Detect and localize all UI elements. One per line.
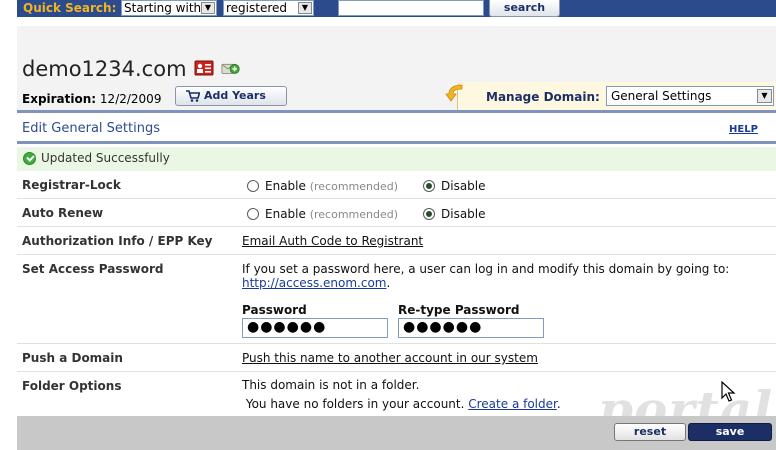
access-url-link[interactable]: http://access.enom.com bbox=[242, 276, 386, 290]
section-header: Edit General Settings HELP bbox=[17, 110, 776, 144]
password-label: Password bbox=[242, 303, 307, 317]
email-auth-code-link[interactable]: Email Auth Code to Registrant bbox=[242, 234, 423, 248]
auto-renew-row: Auto Renew Enable (recommended) Disable bbox=[17, 199, 776, 227]
manage-domain-box: Manage Domain: General Settings ▼ bbox=[457, 82, 776, 110]
access-password-row: Set Access Password If you set a passwor… bbox=[17, 255, 776, 344]
quick-search-bar: Quick Search: Starting with ▼ registered… bbox=[17, 0, 776, 17]
create-folder-link[interactable]: Create a folder bbox=[468, 397, 557, 411]
push-domain-label: Push a Domain bbox=[22, 351, 123, 365]
section-title: Edit General Settings bbox=[22, 121, 160, 136]
push-domain-link[interactable]: Push this name to another account in our… bbox=[242, 351, 538, 365]
auth-info-label: Authorization Info / EPP Key bbox=[22, 234, 213, 248]
success-message: Updated Successfully bbox=[41, 151, 170, 165]
manage-domain-label: Manage Domain: bbox=[486, 90, 600, 104]
auth-info-row: Authorization Info / EPP Key Email Auth … bbox=[17, 227, 776, 255]
auto-renew-enable-option[interactable]: Enable (recommended) bbox=[247, 207, 398, 221]
retype-password-label: Re-type Password bbox=[398, 303, 520, 317]
access-url-suffix: . bbox=[386, 276, 391, 290]
access-password-label: Set Access Password bbox=[22, 262, 164, 276]
add-years-button[interactable]: Add Years bbox=[175, 86, 287, 106]
recommended-note: (recommended) bbox=[309, 208, 399, 221]
registrar-lock-enable-option[interactable]: Enable (recommended) bbox=[247, 179, 398, 193]
expiration: Expiration: 12/2/2009 bbox=[22, 92, 161, 106]
retype-password-field[interactable]: ●●●●●● bbox=[398, 318, 544, 338]
search-button[interactable]: search bbox=[489, 0, 560, 17]
folder-status-text: This domain is not in a folder. bbox=[242, 378, 420, 392]
registrar-lock-row: Registrar-Lock Enable (recommended) Disa… bbox=[17, 171, 776, 199]
curved-arrow-icon bbox=[445, 84, 463, 102]
no-folders-text: You have no folders in your account. bbox=[245, 397, 465, 411]
add-years-label: Add Years bbox=[204, 89, 266, 102]
search-status-select[interactable]: registered ▼ bbox=[223, 0, 314, 16]
contact-card-icon[interactable] bbox=[194, 60, 214, 76]
domain-header: demo1234.com Expiration: 12/2/2009 Add Y… bbox=[17, 26, 776, 110]
create-folder-suffix: . bbox=[556, 397, 561, 411]
auto-renew-disable-option[interactable]: Disable bbox=[423, 207, 486, 221]
search-input[interactable] bbox=[338, 0, 484, 16]
manage-domain-select[interactable]: General Settings ▼ bbox=[606, 86, 774, 106]
folder-options-content: This domain is not in a folder. You have… bbox=[242, 376, 561, 414]
manage-domain-value: General Settings bbox=[611, 89, 712, 103]
chevron-down-icon: ▼ bbox=[201, 2, 215, 14]
disable-label: Disable bbox=[441, 207, 486, 221]
footer-bar: reset save bbox=[17, 416, 776, 450]
mouse-cursor-icon bbox=[721, 381, 736, 402]
auto-renew-label: Auto Renew bbox=[22, 206, 104, 220]
reset-button[interactable]: reset bbox=[614, 423, 686, 441]
add-forward-icon[interactable] bbox=[221, 60, 241, 76]
enable-label: Enable bbox=[265, 179, 306, 193]
search-mode-value: Starting with bbox=[124, 1, 202, 15]
quick-search-label: Quick Search: bbox=[23, 1, 117, 15]
domain-name: demo1234.com bbox=[22, 57, 187, 81]
check-circle-icon bbox=[23, 152, 36, 165]
registrar-lock-label: Registrar-Lock bbox=[22, 178, 121, 192]
radio-enable[interactable] bbox=[247, 180, 259, 192]
cart-icon bbox=[186, 90, 200, 102]
recommended-note: (recommended) bbox=[309, 180, 399, 193]
push-domain-row: Push a Domain Push this name to another … bbox=[17, 344, 776, 372]
radio-disable[interactable] bbox=[423, 180, 435, 192]
success-banner: Updated Successfully bbox=[17, 147, 776, 171]
password-field[interactable]: ●●●●●● bbox=[242, 318, 388, 338]
disable-label: Disable bbox=[441, 179, 486, 193]
chevron-down-icon: ▼ bbox=[298, 2, 312, 14]
save-button[interactable]: save bbox=[688, 423, 772, 441]
radio-disable[interactable] bbox=[423, 208, 435, 220]
search-status-value: registered bbox=[226, 1, 288, 15]
access-password-text: If you set a password here, a user can l… bbox=[242, 262, 730, 276]
registrar-lock-disable-option[interactable]: Disable bbox=[423, 179, 486, 193]
expiration-date: 12/2/2009 bbox=[99, 92, 162, 106]
expiration-label: Expiration: bbox=[22, 92, 97, 106]
folder-options-label: Folder Options bbox=[22, 379, 122, 393]
help-link[interactable]: HELP bbox=[729, 124, 758, 135]
radio-enable[interactable] bbox=[247, 208, 259, 220]
enable-label: Enable bbox=[265, 207, 306, 221]
access-password-description: If you set a password here, a user can l… bbox=[242, 262, 772, 290]
search-mode-select[interactable]: Starting with ▼ bbox=[121, 0, 217, 16]
chevron-down-icon: ▼ bbox=[757, 89, 772, 103]
